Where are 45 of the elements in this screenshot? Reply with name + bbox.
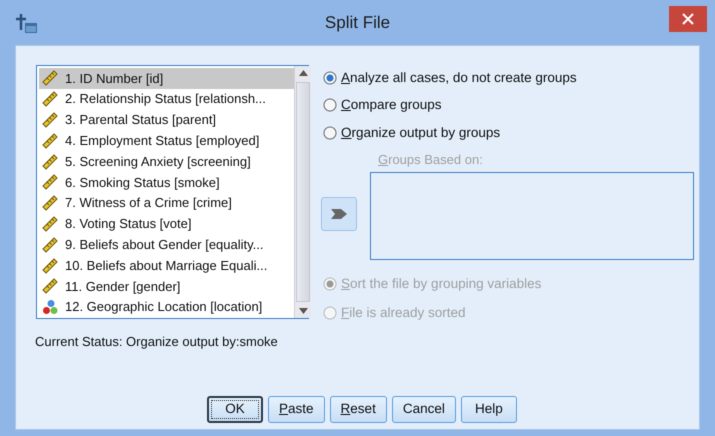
ruler-icon bbox=[42, 236, 58, 253]
split-file-icon bbox=[16, 14, 38, 34]
scrollbar[interactable] bbox=[294, 66, 311, 318]
window-title: Split File bbox=[324, 12, 390, 34]
ruler-icon bbox=[42, 278, 58, 294]
ruler-icon bbox=[42, 216, 58, 232]
close-button[interactable] bbox=[669, 6, 707, 32]
close-icon bbox=[682, 13, 694, 25]
dialog-button[interactable]: Paste bbox=[268, 396, 325, 423]
dialog-button[interactable]: Reset bbox=[330, 396, 387, 423]
variable-item[interactable]: 12. Geographic Location [location] bbox=[64, 297, 264, 317]
variable-item[interactable]: 4. Employment Status [employed] bbox=[64, 131, 260, 151]
dialog-button[interactable]: Help bbox=[460, 396, 517, 423]
radio-label[interactable]: Organize output by groups bbox=[341, 122, 500, 143]
variable-item[interactable]: 7. Witness of a Crime [crime] bbox=[64, 193, 233, 213]
radio-button[interactable] bbox=[323, 126, 337, 140]
dialog-button[interactable]: OK bbox=[207, 396, 263, 423]
status-text: Current Status: Organize output by:smoke bbox=[35, 333, 278, 351]
ruler-icon bbox=[42, 258, 58, 274]
ruler-icon bbox=[42, 154, 58, 170]
variable-item[interactable]: 9. Beliefs about Gender [equality... bbox=[64, 235, 264, 255]
scroll-thumb[interactable] bbox=[296, 82, 310, 302]
variable-item[interactable]: 10. Beliefs about Marriage Equali... bbox=[64, 256, 268, 276]
groups-list-field[interactable] bbox=[370, 172, 694, 260]
variable-item[interactable]: 2. Relationship Status [relationsh... bbox=[64, 89, 267, 109]
radio-button[interactable] bbox=[323, 98, 337, 112]
radio-label[interactable]: Analyze all cases, do not create groups bbox=[341, 68, 577, 88]
variable-item[interactable]: 8. Voting Status [vote] bbox=[64, 214, 192, 234]
radio-label[interactable]: Compare groups bbox=[341, 95, 442, 116]
variable-item[interactable]: 6. Smoking Status [smoke] bbox=[64, 172, 221, 192]
radio-button[interactable] bbox=[323, 71, 337, 86]
ruler-icon bbox=[42, 70, 58, 86]
nominal-icon bbox=[42, 299, 58, 316]
ruler-icon bbox=[42, 112, 58, 128]
ruler-icon bbox=[42, 91, 58, 108]
dialog-button[interactable]: Cancel bbox=[392, 396, 456, 423]
variable-item[interactable]: 5. Screening Anxiety [screening] bbox=[64, 152, 252, 172]
ruler-icon bbox=[42, 132, 58, 149]
ruler-icon bbox=[42, 174, 58, 190]
variable-item[interactable]: 3. Parental Status [parent] bbox=[64, 110, 218, 130]
variable-item[interactable]: 11. Gender [gender] bbox=[64, 276, 182, 296]
groups-label: Groups Based on: bbox=[378, 151, 483, 169]
move-arrow-button[interactable] bbox=[321, 197, 357, 231]
ruler-icon bbox=[42, 195, 58, 212]
arrow-icon bbox=[331, 208, 347, 220]
